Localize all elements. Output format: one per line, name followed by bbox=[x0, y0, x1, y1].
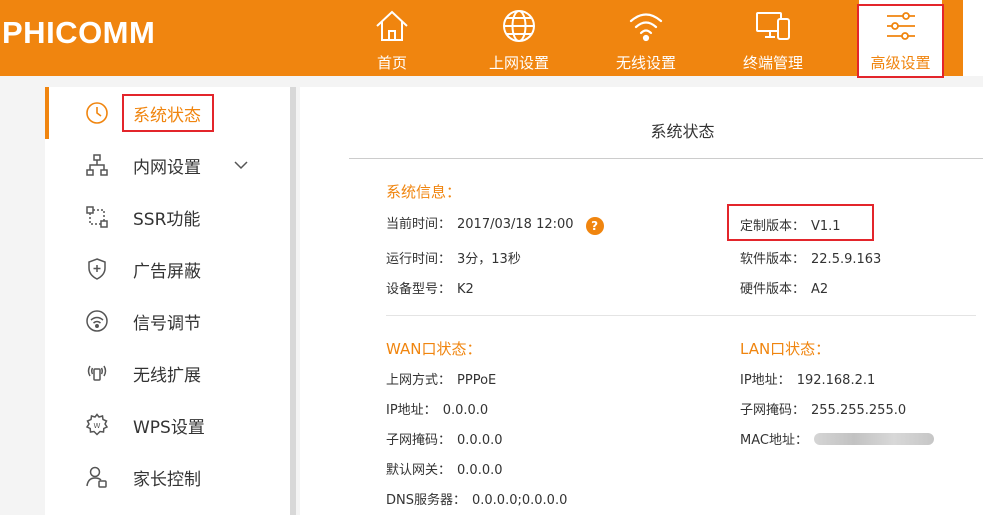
lan-mask-label: 子网掩码： bbox=[740, 403, 806, 418]
wan-gateway-row: 默认网关： 0.0.0.0 bbox=[386, 459, 503, 478]
phicomm-logo: PHICOMM bbox=[2, 15, 156, 50]
title-divider bbox=[349, 158, 983, 159]
wifi-icon bbox=[629, 13, 663, 42]
wps-gear-icon: W bbox=[85, 413, 109, 436]
sidebar-item-wps[interactable]: W WPS设置 bbox=[45, 399, 290, 451]
sidebar-item-label: 系统状态 bbox=[133, 105, 201, 126]
sidebar-item-label: 无线扩展 bbox=[133, 365, 201, 386]
nav-advanced-label: 高级设置 bbox=[870, 54, 931, 72]
sidebar-item-label: 广告屏蔽 bbox=[133, 261, 201, 282]
model-row: 设备型号： K2 bbox=[386, 278, 474, 297]
nav-wireless-settings[interactable]: 无线设置 bbox=[611, 0, 681, 76]
uptime-row: 运行时间： 3分，13秒 bbox=[386, 248, 521, 267]
custom-version-label: 定制版本： bbox=[740, 219, 806, 234]
uptime-value: 3分，13秒 bbox=[457, 252, 521, 267]
extend-icon bbox=[87, 365, 107, 381]
wan-gateway-label: 默认网关： bbox=[386, 463, 452, 478]
globe-icon bbox=[503, 10, 535, 42]
sidebar-item-lan-settings[interactable]: 内网设置 bbox=[45, 139, 290, 191]
mac-address-blurred bbox=[813, 433, 934, 445]
top-header: PHICOMM 首页 上网设置 无线设置 终端管理 高级设置 bbox=[0, 0, 983, 76]
help-icon[interactable]: ? bbox=[585, 217, 604, 235]
sidebar-item-wireless-extend[interactable]: 无线扩展 bbox=[45, 347, 290, 399]
software-version-value: 22.5.9.163 bbox=[811, 252, 882, 267]
main-panel bbox=[300, 87, 983, 515]
wan-mode-row: 上网方式： PPPoE bbox=[386, 369, 496, 388]
sidebar-item-label: 信号调节 bbox=[133, 313, 201, 334]
parent-icon bbox=[86, 466, 107, 488]
sidebar-item-ad-block[interactable]: 广告屏蔽 bbox=[45, 243, 290, 295]
custom-version-row: 定制版本： V1.1 bbox=[740, 215, 841, 234]
custom-version-value: V1.1 bbox=[811, 219, 841, 234]
lan-ip-value: 192.168.2.1 bbox=[796, 373, 876, 388]
nav-home[interactable]: 首页 bbox=[364, 0, 420, 76]
nav-home-label: 首页 bbox=[376, 54, 407, 72]
wan-ip-value: 0.0.0.0 bbox=[442, 403, 489, 418]
sidebar-item-ssr[interactable]: SSR功能 bbox=[45, 191, 290, 243]
svg-text:W: W bbox=[94, 422, 101, 430]
software-version-label: 软件版本： bbox=[740, 252, 806, 267]
sidebar-item-label: SSR功能 bbox=[133, 209, 201, 230]
header-right-edge bbox=[963, 0, 983, 76]
nav-devices-label: 终端管理 bbox=[742, 54, 803, 72]
sidebar-item-parental-control[interactable]: 家长控制 bbox=[45, 451, 290, 503]
clock-icon bbox=[86, 102, 108, 124]
hardware-version-value: A2 bbox=[811, 282, 829, 297]
nav-device-management[interactable]: 终端管理 bbox=[738, 0, 808, 76]
hardware-version-label: 硬件版本： bbox=[740, 282, 806, 297]
sidebar-item-label: 家长控制 bbox=[133, 469, 201, 490]
sidebar: 系统状态 内网设置 SSR功能 广告屏蔽 信号调节 无线扩展 W WPS设置 家… bbox=[45, 87, 290, 515]
system-info-title: 系统信息： bbox=[386, 183, 462, 201]
ssr-icon bbox=[86, 206, 108, 228]
nav-internet-label: 上网设置 bbox=[488, 54, 549, 72]
shield-icon bbox=[88, 258, 106, 280]
sliders-icon bbox=[886, 12, 915, 40]
uptime-label: 运行时间： bbox=[386, 252, 452, 267]
wan-mode-value: PPPoE bbox=[457, 373, 497, 388]
wan-ip-label: IP地址： bbox=[386, 403, 437, 418]
nav-advanced-settings[interactable]: 高级设置 bbox=[859, 0, 942, 76]
signal-icon bbox=[86, 310, 108, 332]
chevron-down-icon[interactable] bbox=[233, 157, 249, 173]
lan-mac-row: MAC地址： bbox=[740, 429, 934, 448]
current-time-value: 2017/03/18 12:00 bbox=[457, 217, 574, 232]
sidebar-item-label: 内网设置 bbox=[133, 157, 201, 178]
sidebar-scrollbar[interactable] bbox=[290, 87, 296, 515]
wan-mask-value: 0.0.0.0 bbox=[457, 433, 503, 448]
lan-mask-value: 255.255.255.0 bbox=[811, 403, 907, 418]
current-time-row: 当前时间： 2017/03/18 12:00? bbox=[386, 213, 604, 235]
current-time-label: 当前时间： bbox=[386, 217, 452, 232]
model-value: K2 bbox=[457, 282, 474, 297]
wan-gateway-value: 0.0.0.0 bbox=[457, 463, 503, 478]
wan-mask-label: 子网掩码： bbox=[386, 433, 452, 448]
wan-ip-row: IP地址： 0.0.0.0 bbox=[386, 399, 488, 418]
section-divider bbox=[386, 315, 976, 316]
hardware-version-row: 硬件版本： A2 bbox=[740, 278, 828, 297]
nav-wireless-label: 无线设置 bbox=[615, 54, 676, 72]
network-icon bbox=[86, 154, 108, 176]
sidebar-item-signal-adjust[interactable]: 信号调节 bbox=[45, 295, 290, 347]
wan-dns-value: 0.0.0.0;0.0.0.0 bbox=[472, 493, 568, 508]
lan-status-title: LAN口状态： bbox=[740, 340, 831, 358]
wan-dns-label: DNS服务器： bbox=[386, 493, 466, 508]
lan-ip-row: IP地址： 192.168.2.1 bbox=[740, 369, 875, 388]
wan-mode-label: 上网方式： bbox=[386, 373, 452, 388]
devices-icon bbox=[756, 12, 790, 40]
page-title: 系统状态 bbox=[650, 122, 715, 141]
wan-dns-row: DNS服务器： 0.0.0.0;0.0.0.0 bbox=[386, 489, 567, 508]
wan-mask-row: 子网掩码： 0.0.0.0 bbox=[386, 429, 503, 448]
home-icon bbox=[376, 10, 408, 41]
wan-status-title: WAN口状态： bbox=[386, 340, 482, 358]
sidebar-item-system-status[interactable]: 系统状态 bbox=[45, 87, 290, 139]
sidebar-item-label: WPS设置 bbox=[133, 417, 205, 438]
model-label: 设备型号： bbox=[386, 282, 452, 297]
lan-ip-label: IP地址： bbox=[740, 373, 791, 388]
nav-internet-settings[interactable]: 上网设置 bbox=[484, 0, 554, 76]
lan-mask-row: 子网掩码： 255.255.255.0 bbox=[740, 399, 906, 418]
lan-mac-label: MAC地址： bbox=[740, 433, 808, 448]
software-version-row: 软件版本： 22.5.9.163 bbox=[740, 248, 881, 267]
